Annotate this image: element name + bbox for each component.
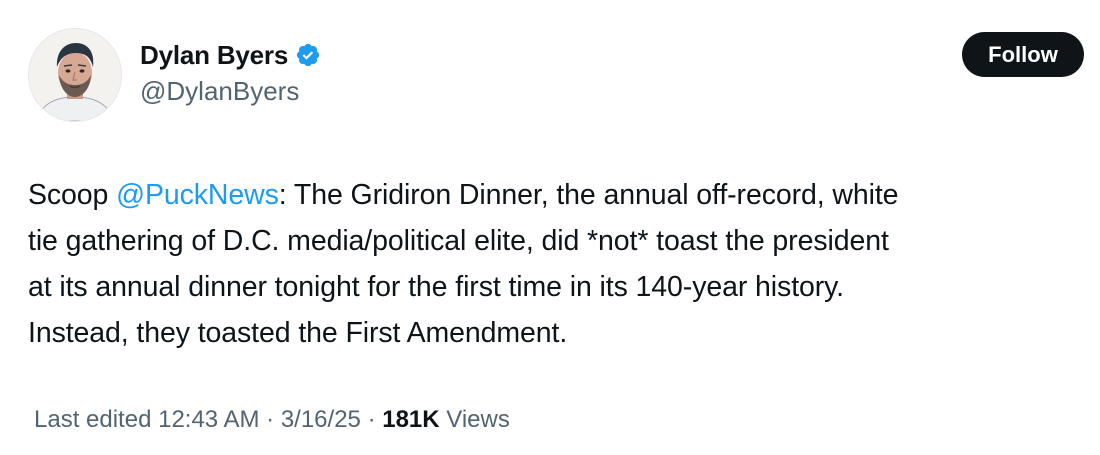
author-handle[interactable]: @DylanByers [140,76,321,107]
follow-button[interactable]: Follow [962,32,1084,77]
tweet-line-1: Scoop @PuckNews: The Gridiron Dinner, th… [28,172,1088,218]
author-name-row: Dylan Byers [140,38,321,72]
edited-timestamp[interactable]: Last edited 12:43 AM · 3/16/25 [34,406,361,433]
author-display-name[interactable]: Dylan Byers [140,40,288,71]
mention-link[interactable]: @PuckNews [116,179,279,211]
tweet-line-1-rest: : The Gridiron Dinner, the annual off-re… [278,179,899,211]
portrait-avatar-icon [29,29,121,121]
avatar[interactable] [28,28,122,122]
tweet-author: Dylan Byers @DylanByers [140,38,321,107]
verified-badge-icon[interactable] [295,42,321,68]
views-label: Views [439,406,510,433]
tweet-line-3: at its annual dinner tonight for the fir… [28,271,845,303]
meta-separator: · [360,406,383,433]
tweet-line-2: tie gathering of D.C. media/political el… [28,225,889,257]
tweet-text: Scoop @PuckNews: The Gridiron Dinner, th… [28,172,1088,356]
tweet-meta: Last edited 12:43 AM · 3/16/25 · 181K Vi… [34,406,510,434]
tweet-line-4: Instead, they toasted the First Amendmen… [28,317,568,349]
tweet-prefix: Scoop [28,179,117,211]
views-count: 181K [382,406,440,433]
